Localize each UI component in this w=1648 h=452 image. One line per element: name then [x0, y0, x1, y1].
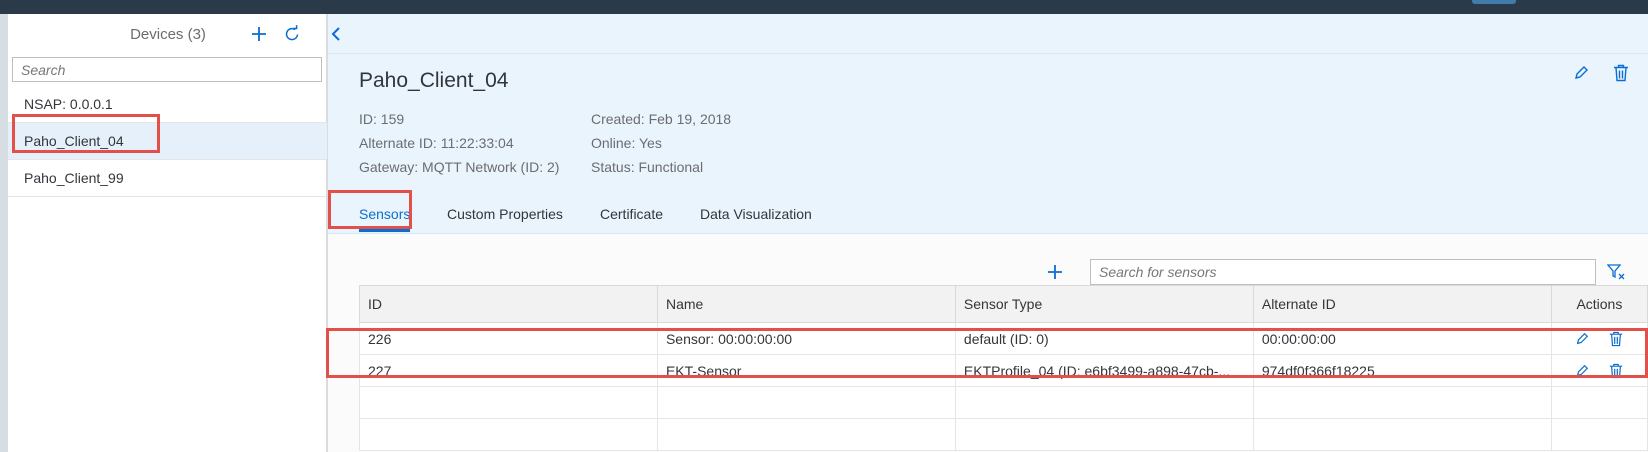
device-title: Paho_Client_04 [359, 69, 509, 92]
device-item-label: NSAP: 0.0.0.1 [24, 96, 113, 112]
edit-sensor-button[interactable] [1571, 362, 1593, 380]
attr-alternate-id: Alternate ID: 11:22:33:04 [359, 135, 514, 151]
pencil-icon [1577, 364, 1589, 376]
devices-title: Devices (3) [130, 26, 206, 43]
tab-label: Custom Properties [447, 206, 563, 222]
plus-icon [252, 27, 266, 41]
trash-icon [1610, 331, 1623, 346]
sensor-search-field[interactable] [1090, 259, 1596, 285]
edit-sensor-button[interactable] [1571, 330, 1593, 348]
device-item-paho-client-99[interactable]: Paho_Client_99 [8, 160, 327, 197]
delete-device-button[interactable] [1609, 61, 1633, 85]
detail-tab-bar: Sensors Custom Properties Certificate Da… [328, 194, 1648, 234]
device-item-label: Paho_Client_04 [24, 133, 124, 149]
clear-filter-button[interactable] [1604, 260, 1628, 284]
table-row[interactable]: 226 Sensor: 00:00:00:00 default (ID: 0) … [359, 322, 1648, 355]
empty-table-row [359, 418, 1648, 451]
edit-device-button[interactable] [1569, 61, 1593, 85]
attr-created: Created: Feb 19, 2018 [591, 111, 732, 127]
cell-sensor-type: EKTProfile_04 (ID: e6bf3499-a898-47cb-..… [954, 354, 1254, 387]
tab-custom-properties[interactable]: Custom Properties [447, 194, 563, 234]
plus-icon [1048, 265, 1062, 279]
shell-accent-button[interactable] [1472, 0, 1516, 4]
object-header: Paho_Client_04 ID: 159 Alternate ID: 11:… [328, 14, 1648, 234]
chevron-left-icon [331, 27, 340, 41]
master-header: Devices (3) [8, 14, 327, 54]
col-header-id[interactable]: ID [359, 285, 658, 323]
cell-alternate-id: 974df0f366f18225 [1252, 354, 1552, 387]
cell-sensor-type: default (ID: 0) [954, 322, 1254, 355]
cell-name: EKT-Sensor [656, 354, 956, 387]
cell-actions [1550, 322, 1648, 355]
sensors-content: ID Name Sensor Type Alternate ID Actions… [328, 234, 1648, 452]
add-sensor-button[interactable] [1043, 260, 1067, 284]
attr-status: Status: Functional [591, 159, 704, 175]
empty-table-row [359, 386, 1648, 419]
trash-icon [1614, 64, 1628, 82]
col-header-alternate-id[interactable]: Alternate ID [1252, 285, 1552, 323]
cell-name: Sensor: 00:00:00:00 [656, 322, 956, 355]
attr-gateway: Gateway: MQTT Network (ID: 2) [359, 159, 560, 175]
pencil-icon [1577, 332, 1589, 344]
cell-actions [1550, 354, 1648, 387]
table-row[interactable]: 227 EKT-Sensor EKTProfile_04 (ID: e6bf34… [359, 354, 1648, 387]
tab-certificate[interactable]: Certificate [600, 194, 663, 234]
device-search-field[interactable] [12, 57, 322, 82]
detail-nav-bar [328, 14, 1648, 54]
attr-id: ID: 159 [359, 111, 405, 127]
devices-master-list: Devices (3) NSAP: 0.0.0.1 Paho_Client_04… [8, 14, 327, 452]
pencil-icon [1575, 66, 1588, 79]
cell-id: 226 [359, 322, 658, 355]
device-item-label: Paho_Client_99 [24, 170, 124, 186]
add-device-button[interactable] [248, 23, 270, 45]
col-header-name[interactable]: Name [656, 285, 956, 323]
device-item-nsap[interactable]: NSAP: 0.0.0.1 [8, 86, 327, 123]
table-header-row: ID Name Sensor Type Alternate ID Actions [359, 285, 1648, 323]
refresh-button[interactable] [281, 23, 303, 45]
sensor-search-input[interactable] [1091, 260, 1595, 284]
col-header-sensor-type[interactable]: Sensor Type [954, 285, 1254, 323]
device-item-paho-client-04[interactable]: Paho_Client_04 [8, 123, 327, 160]
device-detail-page: Paho_Client_04 ID: 159 Alternate ID: 11:… [328, 14, 1648, 452]
delete-sensor-button[interactable] [1605, 330, 1627, 348]
device-search-input[interactable] [13, 58, 321, 81]
col-header-actions: Actions [1550, 285, 1648, 323]
tab-label: Sensors [359, 206, 411, 222]
cell-alternate-id: 00:00:00:00 [1252, 322, 1552, 355]
sensors-toolbar [328, 234, 1648, 285]
device-list: NSAP: 0.0.0.1 Paho_Client_04 Paho_Client… [8, 86, 327, 197]
back-button[interactable] [324, 22, 348, 46]
tab-data-visualization[interactable]: Data Visualization [700, 194, 812, 234]
filter-clear-icon [1607, 264, 1625, 280]
cell-id: 227 [359, 354, 658, 387]
attr-online: Online: Yes [591, 135, 662, 151]
left-edge [0, 14, 8, 452]
trash-icon [1610, 363, 1623, 378]
shell-bar [0, 0, 1648, 14]
tab-sensors[interactable]: Sensors [359, 194, 411, 234]
sensors-table: ID Name Sensor Type Alternate ID Actions… [359, 285, 1648, 451]
refresh-icon [285, 25, 299, 41]
tab-label: Certificate [600, 206, 664, 222]
delete-sensor-button[interactable] [1605, 362, 1627, 380]
tab-label: Data Visualization [700, 206, 812, 222]
